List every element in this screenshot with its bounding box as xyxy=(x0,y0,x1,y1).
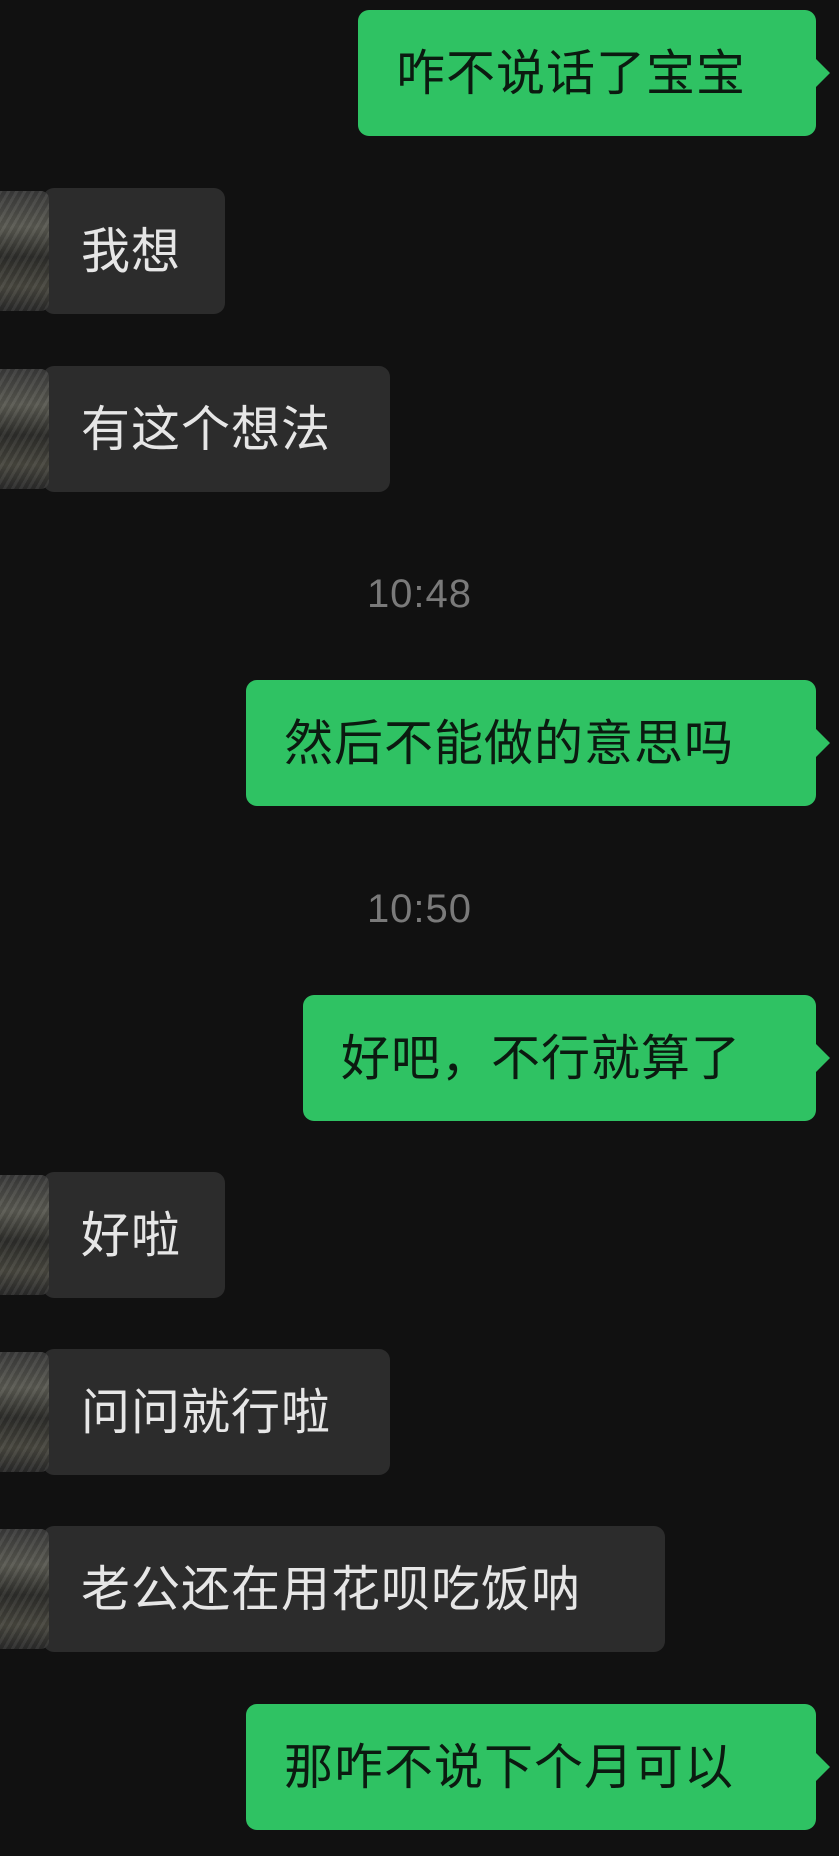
message-text: 好吧，不行就算了 xyxy=(341,1029,742,1087)
incoming-message-bubble[interactable]: 老公还在用花呗吃饭呐 xyxy=(0,1526,665,1652)
message-text: 然后不能做的意思吗 xyxy=(284,714,735,772)
contact-avatar[interactable] xyxy=(0,1175,49,1295)
contact-avatar[interactable] xyxy=(0,1529,49,1649)
incoming-message-bubble[interactable]: 好啦 xyxy=(0,1172,225,1298)
chat-message-list[interactable]: 咋不说话了宝宝 我想 有这个想法 10:48 然后不能做的意思吗 10:50 好… xyxy=(0,0,839,1856)
incoming-message-bubble[interactable]: 我想 xyxy=(0,188,225,314)
incoming-message-bubble[interactable]: 有这个想法 xyxy=(0,366,390,492)
message-text: 问问就行啦 xyxy=(81,1383,332,1441)
outgoing-message-bubble[interactable]: 好吧，不行就算了 xyxy=(303,995,816,1121)
message-text: 好啦 xyxy=(81,1206,182,1264)
message-timestamp: 10:48 xyxy=(366,572,473,616)
contact-avatar[interactable] xyxy=(0,1352,49,1472)
outgoing-message-bubble[interactable]: 那咋不说下个月可以 xyxy=(246,1704,816,1830)
incoming-message-bubble[interactable]: 问问就行啦 xyxy=(0,1349,390,1475)
message-timestamp: 10:50 xyxy=(366,887,473,931)
outgoing-message-bubble[interactable]: 咋不说话了宝宝 xyxy=(358,10,816,136)
message-text: 那咋不说下个月可以 xyxy=(284,1738,735,1796)
message-text: 咋不说话了宝宝 xyxy=(396,44,747,102)
outgoing-message-bubble[interactable]: 然后不能做的意思吗 xyxy=(246,680,816,806)
contact-avatar[interactable] xyxy=(0,191,49,311)
contact-avatar[interactable] xyxy=(0,369,49,489)
message-text: 有这个想法 xyxy=(81,400,332,458)
message-text: 我想 xyxy=(81,222,182,280)
message-text: 老公还在用花呗吃饭呐 xyxy=(81,1560,582,1618)
